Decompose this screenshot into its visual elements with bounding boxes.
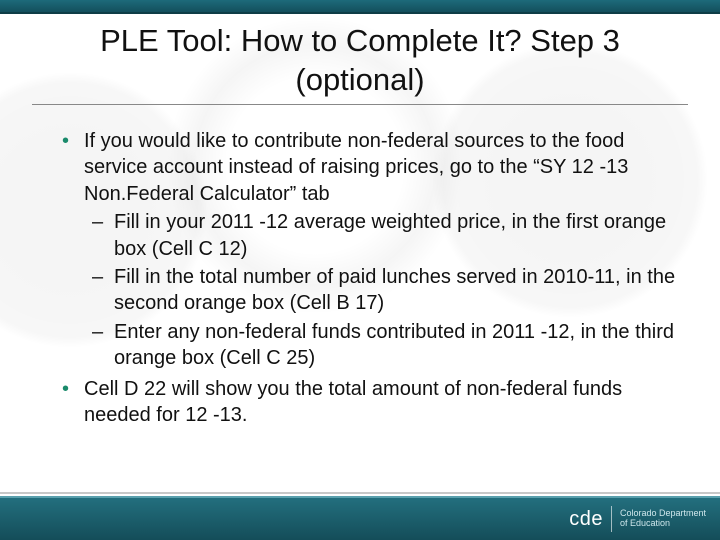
bullet-text: If you would like to contribute non-fede… (84, 130, 628, 205)
title-underline (32, 104, 688, 105)
bullet-item: Cell D 22 will show you the total amount… (58, 376, 676, 429)
top-accent-bar (0, 0, 720, 14)
footer-logo: cde Colorado Department of Education (569, 506, 706, 532)
slide: PLE Tool: How to Complete It? Step 3 (op… (0, 0, 720, 540)
sub-bullet-list: Fill in your 2011 -12 average weighted p… (84, 209, 676, 371)
sub-bullet-item: Enter any non-federal funds contributed … (84, 319, 676, 372)
logo-mark: cde (569, 508, 603, 531)
slide-body: If you would like to contribute non-fede… (58, 128, 676, 432)
footer-bar: cde Colorado Department of Education (0, 496, 720, 540)
logo-divider (611, 506, 612, 532)
sub-bullet-item: Fill in the total number of paid lunches… (84, 264, 676, 317)
org-line2: of Education (620, 518, 670, 528)
bullet-list: If you would like to contribute non-fede… (58, 128, 676, 428)
bullet-item: If you would like to contribute non-fede… (58, 128, 676, 372)
org-line1: Colorado Department (620, 508, 706, 518)
footer-divider (0, 492, 720, 494)
sub-bullet-item: Fill in your 2011 -12 average weighted p… (84, 209, 676, 262)
slide-title: PLE Tool: How to Complete It? Step 3 (op… (40, 22, 680, 100)
bullet-text: Cell D 22 will show you the total amount… (84, 378, 622, 426)
logo-text: Colorado Department of Education (620, 509, 706, 529)
